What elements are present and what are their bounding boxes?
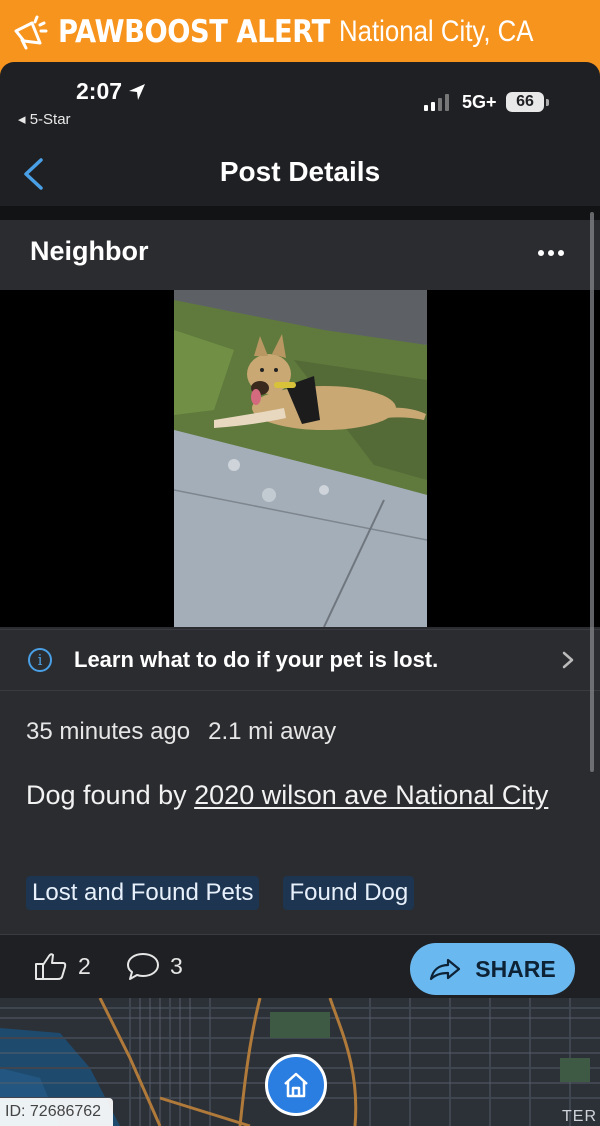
thumbs-up-icon [35, 953, 67, 980]
learn-lost-pet-text: Learn what to do if your pet is lost. [74, 647, 439, 672]
photo-container [0, 290, 600, 627]
scrollbar[interactable] [590, 212, 594, 772]
post-header: Neighbor [0, 220, 600, 290]
action-bar: 2 3 SHARE [0, 934, 600, 998]
alert-brand: PAWBOOST ALERT [58, 14, 330, 50]
post-description: Dog found by 2020 wilson ave National Ci… [26, 776, 574, 814]
page-title: Post Details [219, 156, 381, 187]
address-link[interactable]: 2020 wilson ave National City [194, 780, 548, 810]
description-prefix: Dog found by [26, 780, 187, 810]
section-divider [0, 206, 600, 220]
comment-icon [127, 953, 159, 980]
comment-count: 3 [170, 952, 183, 979]
post-tags: Lost and Found Pets Found Dog [26, 876, 415, 910]
map-label: TER [562, 1108, 597, 1125]
alert-banner: PAWBOOST ALERT National City, CA [0, 0, 600, 64]
tag-lost-and-found-pets[interactable]: Lost and Found Pets [26, 876, 260, 910]
post-distance: 2.1 mi away [208, 718, 337, 745]
comment-button[interactable]: 3 [126, 951, 183, 981]
chevron-right-icon [562, 651, 574, 669]
learn-lost-pet-link[interactable]: i Learn what to do if your pet is lost. [0, 629, 600, 691]
info-icon: i [28, 648, 52, 672]
alert-location: National City, CA [338, 15, 534, 48]
nav-bar: Post Details [0, 142, 600, 206]
share-arrow-icon [430, 958, 461, 981]
status-bar: 2:07 ◂ 5-Star 5G+ 66 [0, 62, 600, 142]
post-meta: 35 minutes ago 2.1 mi away [26, 718, 336, 746]
status-time: 2:07 [76, 78, 146, 105]
megaphone-icon [8, 9, 54, 55]
phone-screen: 2:07 ◂ 5-Star 5G+ 66 Post Details Neighb… [0, 62, 600, 1126]
signal-icon [424, 93, 449, 111]
tag-found-dog[interactable]: Found Dog [283, 876, 415, 910]
battery-icon: 66 [506, 92, 549, 112]
post-id-label: ID: 72686762 [0, 1098, 113, 1126]
share-label: SHARE [475, 955, 556, 982]
more-options-icon[interactable] [538, 250, 564, 256]
back-to-app-link[interactable]: ◂ 5-Star [18, 110, 71, 128]
like-count: 2 [78, 952, 91, 979]
dog-photo[interactable] [174, 290, 427, 627]
home-button[interactable] [265, 1054, 327, 1116]
post-author: Neighbor [30, 236, 149, 266]
share-button[interactable]: SHARE [410, 943, 575, 995]
battery-level: 66 [516, 93, 534, 110]
post-card: Neighbor i Learn what to do if your pet … [0, 220, 600, 996]
network-type: 5G+ [462, 92, 497, 112]
home-icon [284, 1072, 308, 1098]
back-app-label: 5-Star [29, 111, 71, 128]
post-time-ago: 35 minutes ago [26, 718, 191, 745]
like-button[interactable]: 2 [34, 951, 91, 981]
time-text: 2:07 [76, 78, 123, 104]
location-arrow-icon [129, 83, 146, 100]
